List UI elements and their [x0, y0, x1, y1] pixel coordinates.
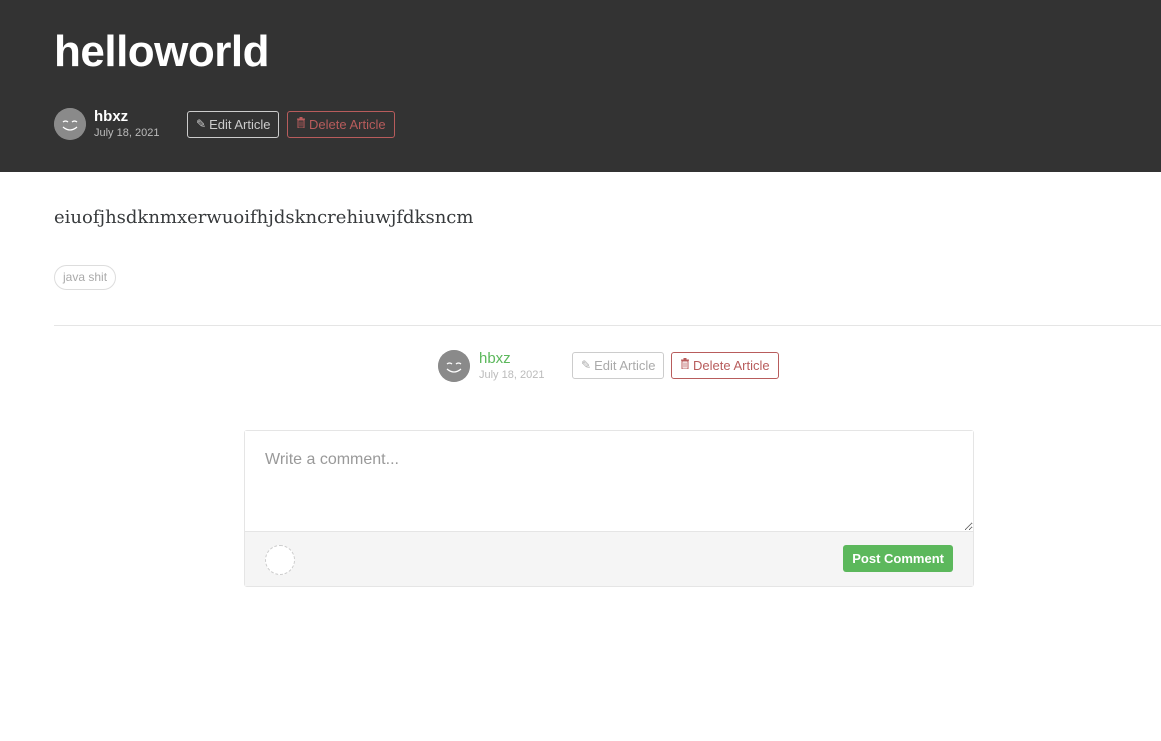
post-comment-button[interactable]: Post Comment: [843, 545, 953, 572]
delete-article-button[interactable]: Delete Article: [287, 111, 395, 138]
article-body: eiuofjhsdknmxerwuoifhjdskncrehiuwjfdksnc…: [54, 207, 474, 228]
comment-footer: Post Comment: [245, 532, 973, 586]
tag-pill[interactable]: java shit: [54, 265, 117, 290]
edit-article-label: Edit Article: [594, 358, 656, 373]
edit-article-button[interactable]: ✎ Edit Article: [572, 352, 665, 379]
article-date: July 18, 2021: [94, 127, 160, 139]
edit-article-button[interactable]: ✎ Edit Article: [187, 111, 280, 138]
comment-form: Post Comment: [244, 430, 974, 587]
trash-icon: [680, 353, 690, 378]
author-avatar[interactable]: [438, 350, 470, 382]
pencil-icon: ✎: [581, 358, 592, 372]
comment-input[interactable]: [245, 431, 973, 532]
delete-article-label: Delete Article: [693, 358, 770, 373]
smiley-avatar-icon: [438, 350, 470, 382]
edit-article-label: Edit Article: [209, 117, 271, 132]
pencil-icon: ✎: [196, 117, 207, 131]
divider: [54, 325, 1161, 326]
article-title: helloworld: [54, 27, 270, 76]
delete-article-button[interactable]: Delete Article: [671, 352, 779, 379]
author-name-link[interactable]: hbxz: [94, 108, 128, 126]
trash-icon: [296, 112, 306, 137]
author-name-link[interactable]: hbxz: [479, 350, 511, 368]
author-avatar[interactable]: [54, 108, 86, 140]
article-date: July 18, 2021: [479, 369, 545, 381]
smiley-avatar-icon: [54, 108, 86, 140]
article-banner: helloworld hbxz July 18, 2021 ✎ Edit Art…: [0, 0, 1161, 172]
delete-article-label: Delete Article: [309, 117, 386, 132]
comment-author-avatar: [265, 545, 295, 575]
